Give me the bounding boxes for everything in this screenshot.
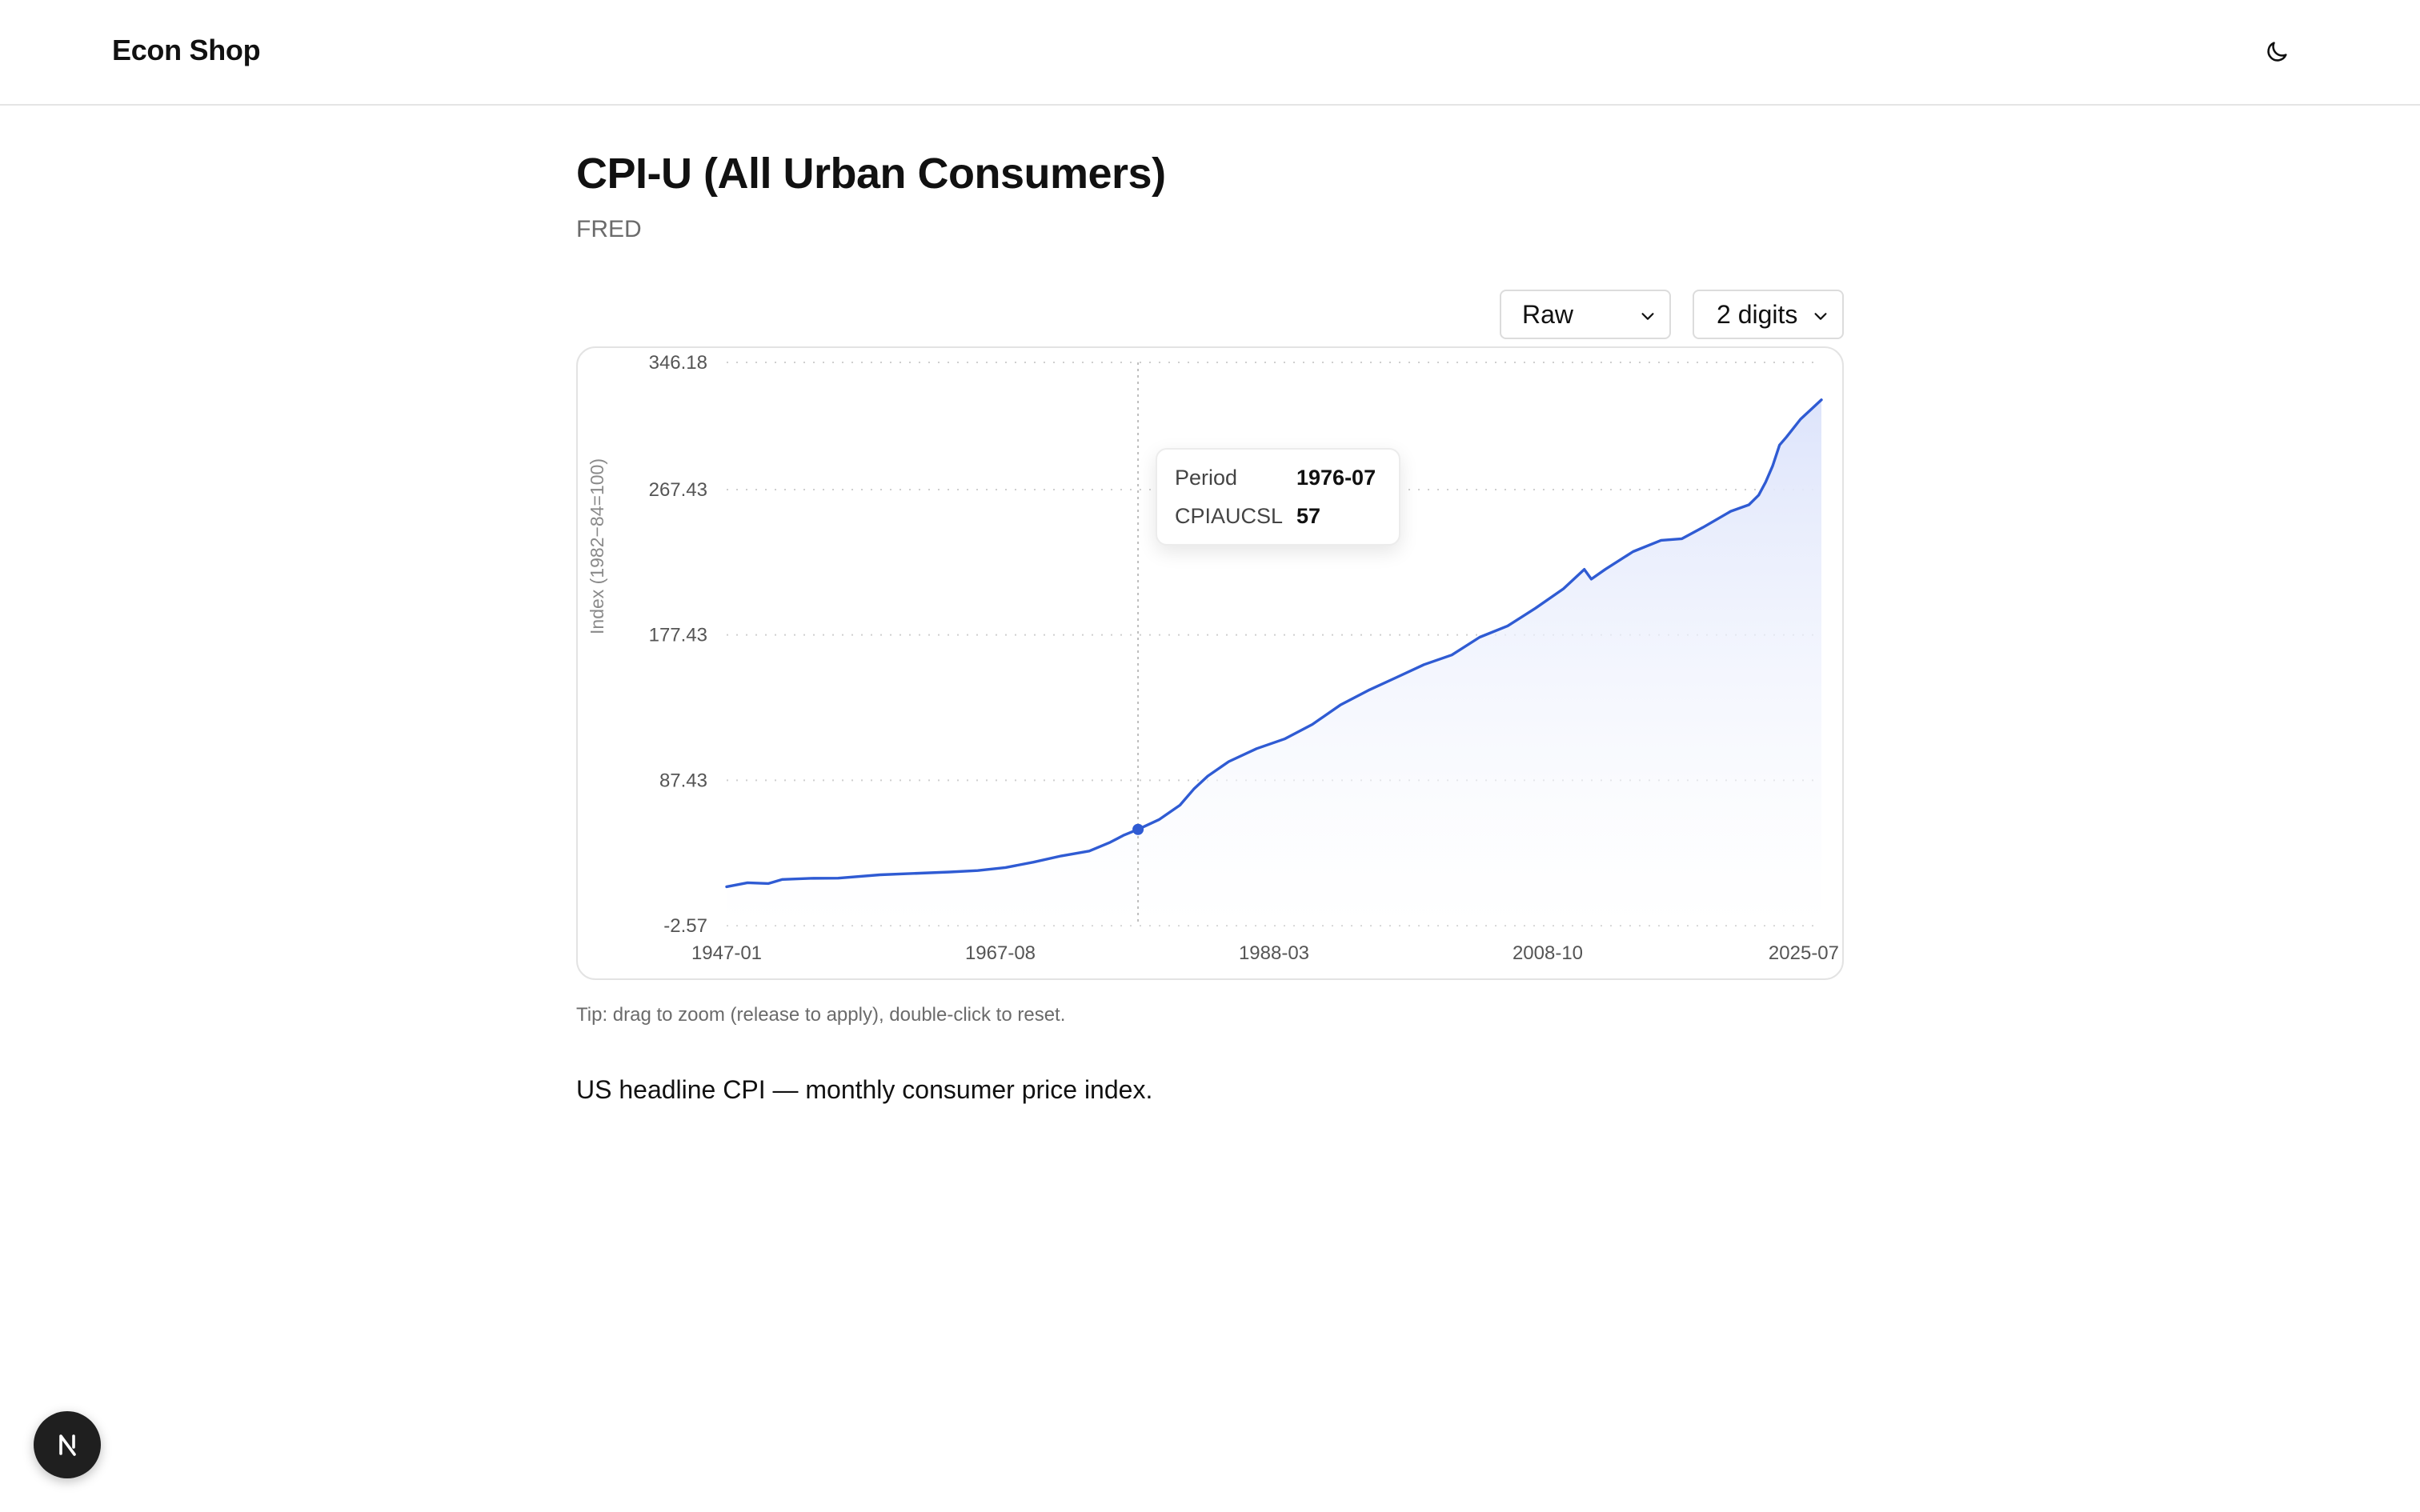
y-axis-label: Index (1982−84=100) [587,458,607,634]
brand-logo[interactable]: Econ Shop [112,34,261,67]
nextjs-dev-badge[interactable] [34,1411,101,1478]
hover-point [1132,823,1144,835]
x-tick-label: 1947-01 [691,942,762,964]
transform-select-value: Raw [1522,299,1574,329]
chevron-down-icon [1814,313,1827,320]
y-tick-label: 346.18 [649,352,707,374]
series-description: US headline CPI — monthly consumer price… [576,1075,1153,1104]
x-axis-ticks: 1947-01 1967-08 1988-03 2008-10 2025-07 [691,942,1839,964]
chart-card[interactable]: 346.18 267.43 177.43 87.43 -2.57 1947-01 1967… [576,346,1844,980]
y-axis-ticks: 346.18 267.43 177.43 87.43 -2.57 [649,352,707,937]
nextjs-icon [59,1434,76,1456]
chart-tooltip: Period 1976-07 CPIAUCSL 57 [1156,448,1400,546]
transform-select[interactable]: Raw [1500,290,1671,339]
tooltip-period-value: 1976-07 [1296,466,1376,490]
tooltip-series-label: CPIAUCSL [1175,504,1284,528]
page-source: FRED [576,216,642,242]
x-tick-label: 2008-10 [1512,942,1583,964]
x-tick-label: 1967-08 [965,942,1036,964]
x-tick-label: 2025-07 [1769,942,1839,964]
page-title: CPI-U (All Urban Consumers) [576,150,1166,198]
theme-toggle-button[interactable] [2257,32,2297,72]
x-tick-label: 1988-03 [1239,942,1309,964]
cpi-chart[interactable]: 346.18 267.43 177.43 87.43 -2.57 1947-01 1967… [578,348,1844,980]
tooltip-series-value: 57 [1296,504,1321,528]
chevron-down-icon [1641,313,1654,320]
zoom-tip: Tip: drag to zoom (release to apply), do… [576,1004,1066,1026]
tooltip-period-label: Period [1175,466,1238,490]
y-tick-label: 177.43 [649,625,707,646]
y-tick-label: 87.43 [659,770,707,791]
y-tick-label: -2.57 [663,915,707,937]
top-bar: Econ Shop [0,0,2420,106]
digits-select-value: 2 digits [1717,299,1798,329]
y-tick-label: 267.43 [649,479,707,501]
moon-icon [2267,42,2287,62]
digits-select[interactable]: 2 digits [1693,290,1844,339]
